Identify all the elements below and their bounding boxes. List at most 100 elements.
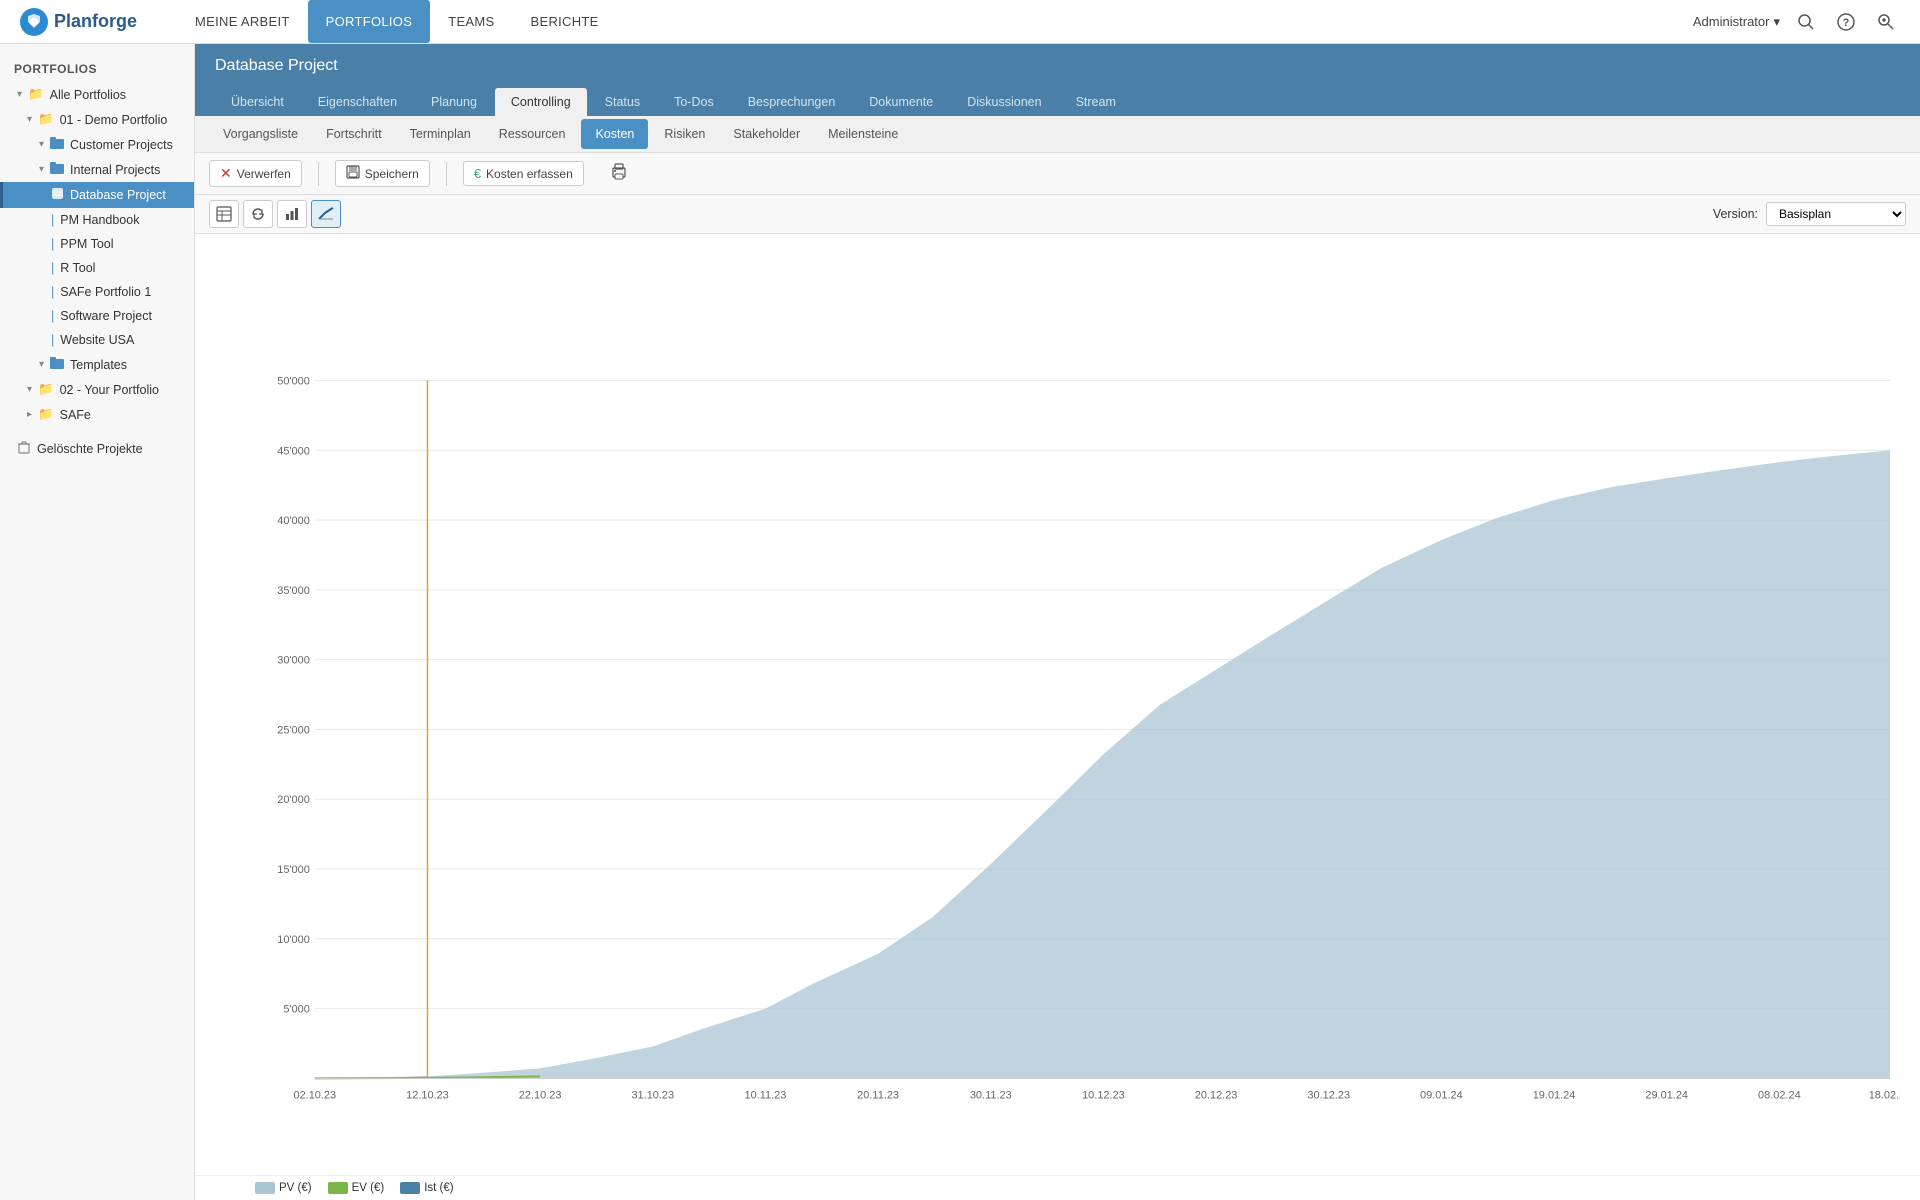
toolbar: ✕ Verwerfen Speichern € Kosten erfassen — [195, 153, 1920, 195]
nav-meine-arbeit[interactable]: MEINE ARBEIT — [177, 0, 308, 43]
tab-controlling[interactable]: Controlling — [495, 88, 587, 116]
logo-text: Planforge — [54, 11, 137, 32]
expand-icon: ▾ — [17, 89, 22, 100]
tab-status[interactable]: Status — [589, 88, 656, 116]
folder-icon: 📁 — [38, 112, 54, 127]
sidebar-label: SAFe Portfolio 1 — [60, 285, 151, 299]
table-view-button[interactable] — [209, 200, 239, 228]
sub-tab-terminplan[interactable]: Terminplan — [396, 119, 485, 149]
svg-text:10.12.23: 10.12.23 — [1082, 1089, 1125, 1101]
svg-text:22.10.23: 22.10.23 — [519, 1089, 562, 1101]
sub-tab-risiken[interactable]: Risiken — [650, 119, 719, 149]
user-menu-button[interactable]: Administrator ▾ — [1693, 14, 1780, 30]
folder-icon: 📁 — [28, 87, 44, 102]
ev-label: EV (€) — [352, 1182, 385, 1194]
sub-tab-fortschritt[interactable]: Fortschritt — [312, 119, 396, 149]
item-icon: | — [51, 333, 54, 347]
sidebar-item-safe[interactable]: ▸ 📁 SAFe — [0, 402, 194, 427]
sidebar-item-software-project[interactable]: | Software Project — [0, 304, 194, 328]
sub-tab-meilensteine[interactable]: Meilensteine — [814, 119, 912, 149]
svg-text:50'000: 50'000 — [277, 375, 310, 387]
discard-label: Verwerfen — [237, 167, 291, 181]
version-select[interactable]: Basisplan Version 1 Version 2 — [1766, 202, 1906, 226]
tab-ubersicht[interactable]: Übersicht — [215, 88, 300, 116]
folder-icon — [50, 162, 64, 177]
folder-icon: 📁 — [38, 407, 54, 422]
sidebar-label: Database Project — [70, 188, 166, 202]
pv-label: PV (€) — [279, 1182, 312, 1194]
item-icon: | — [51, 213, 54, 227]
sidebar-item-database-project[interactable]: Database Project — [0, 182, 194, 208]
sidebar-item-r-tool[interactable]: | R Tool — [0, 256, 194, 280]
record-costs-button[interactable]: € Kosten erfassen — [463, 161, 584, 186]
svg-text:25'000: 25'000 — [277, 724, 310, 736]
sidebar-item-demo-portfolio[interactable]: ▾ 📁 01 - Demo Portfolio — [0, 107, 194, 132]
sidebar-label: Gelöschte Projekte — [37, 442, 143, 456]
user-name: Administrator — [1693, 14, 1770, 29]
tab-dokumente[interactable]: Dokumente — [853, 88, 949, 116]
tab-diskussionen[interactable]: Diskussionen — [951, 88, 1057, 116]
help-icon[interactable]: ? — [1832, 8, 1860, 36]
nav-portfolios[interactable]: PORTFOLIOS — [308, 0, 431, 43]
toolbar-separator-2 — [446, 162, 447, 186]
db-icon — [51, 187, 64, 203]
svg-text:10'000: 10'000 — [277, 934, 310, 946]
sidebar-item-customer-projects[interactable]: ▾ Customer Projects — [0, 132, 194, 157]
svg-text:08.02.24: 08.02.24 — [1758, 1089, 1801, 1101]
discard-icon: ✕ — [220, 165, 232, 182]
sidebar-item-your-portfolio[interactable]: ▾ 📁 02 - Your Portfolio — [0, 377, 194, 402]
sidebar-label: Internal Projects — [70, 163, 160, 177]
chart-area: 50'000 45'000 40'000 35'000 30'000 25'00… — [195, 234, 1920, 1200]
ist-color-swatch — [400, 1182, 420, 1194]
sidebar-item-safe-portfolio-1[interactable]: | SAFe Portfolio 1 — [0, 280, 194, 304]
save-button[interactable]: Speichern — [335, 160, 430, 187]
sidebar-label: 01 - Demo Portfolio — [60, 113, 168, 127]
sidebar-item-internal-projects[interactable]: ▾ Internal Projects — [0, 157, 194, 182]
svg-text:?: ? — [1843, 17, 1850, 29]
sidebar-item-website-usa[interactable]: | Website USA — [0, 328, 194, 352]
tab-to-dos[interactable]: To-Dos — [658, 88, 730, 116]
costs-icon: € — [474, 166, 481, 181]
tab-eigenschaften[interactable]: Eigenschaften — [302, 88, 413, 116]
svg-text:35'000: 35'000 — [277, 585, 310, 597]
svg-text:29.01.24: 29.01.24 — [1645, 1089, 1688, 1101]
sub-tab-vorgangsliste[interactable]: Vorgangsliste — [209, 119, 312, 149]
discard-button[interactable]: ✕ Verwerfen — [209, 160, 302, 187]
svg-text:15'000: 15'000 — [277, 864, 310, 876]
chart-legend: PV (€) EV (€) Ist (€) — [195, 1175, 1920, 1200]
legend-pv: PV (€) — [255, 1182, 312, 1194]
search-icon[interactable] — [1792, 8, 1820, 36]
sub-tab-stakeholder[interactable]: Stakeholder — [719, 119, 814, 149]
item-icon: | — [51, 309, 54, 323]
refresh-button[interactable] — [243, 200, 273, 228]
cost-chart: 50'000 45'000 40'000 35'000 30'000 25'00… — [255, 244, 1900, 1175]
sidebar-item-templates[interactable]: ▾ Templates — [0, 352, 194, 377]
sidebar-label: Alle Portfolios — [50, 88, 126, 102]
expand-icon: ▾ — [27, 114, 32, 125]
app-logo[interactable]: Planforge — [20, 8, 137, 36]
sub-tab-kosten[interactable]: Kosten — [581, 119, 648, 149]
zoom-icon[interactable] — [1872, 8, 1900, 36]
version-label: Version: — [1713, 207, 1758, 221]
print-icon — [610, 163, 628, 184]
sidebar-item-geloschte-projekte[interactable]: Gelöschte Projekte — [0, 435, 194, 462]
sidebar-item-pm-handbook[interactable]: | PM Handbook — [0, 208, 194, 232]
sidebar-item-alle-portfolios[interactable]: ▾ 📁 Alle Portfolios — [0, 82, 194, 107]
item-icon: | — [51, 285, 54, 299]
sidebar-label: Software Project — [60, 309, 152, 323]
sub-tab-ressourcen[interactable]: Ressourcen — [485, 119, 580, 149]
tab-besprechungen[interactable]: Besprechungen — [732, 88, 852, 116]
tab-planung[interactable]: Planung — [415, 88, 493, 116]
svg-text:30.11.23: 30.11.23 — [970, 1089, 1012, 1101]
tab-stream[interactable]: Stream — [1060, 88, 1132, 116]
nav-berichte[interactable]: BERICHTE — [513, 0, 617, 43]
nav-teams[interactable]: TEAMS — [430, 0, 512, 43]
svg-text:30'000: 30'000 — [277, 655, 310, 667]
legend-ev: EV (€) — [328, 1182, 385, 1194]
svg-text:12.10.23: 12.10.23 — [406, 1089, 449, 1101]
bar-chart-button[interactable] — [277, 200, 307, 228]
print-button[interactable] — [600, 159, 638, 188]
toolbar-separator-1 — [318, 162, 319, 186]
line-chart-button[interactable] — [311, 200, 341, 228]
sidebar-item-ppm-tool[interactable]: | PPM Tool — [0, 232, 194, 256]
